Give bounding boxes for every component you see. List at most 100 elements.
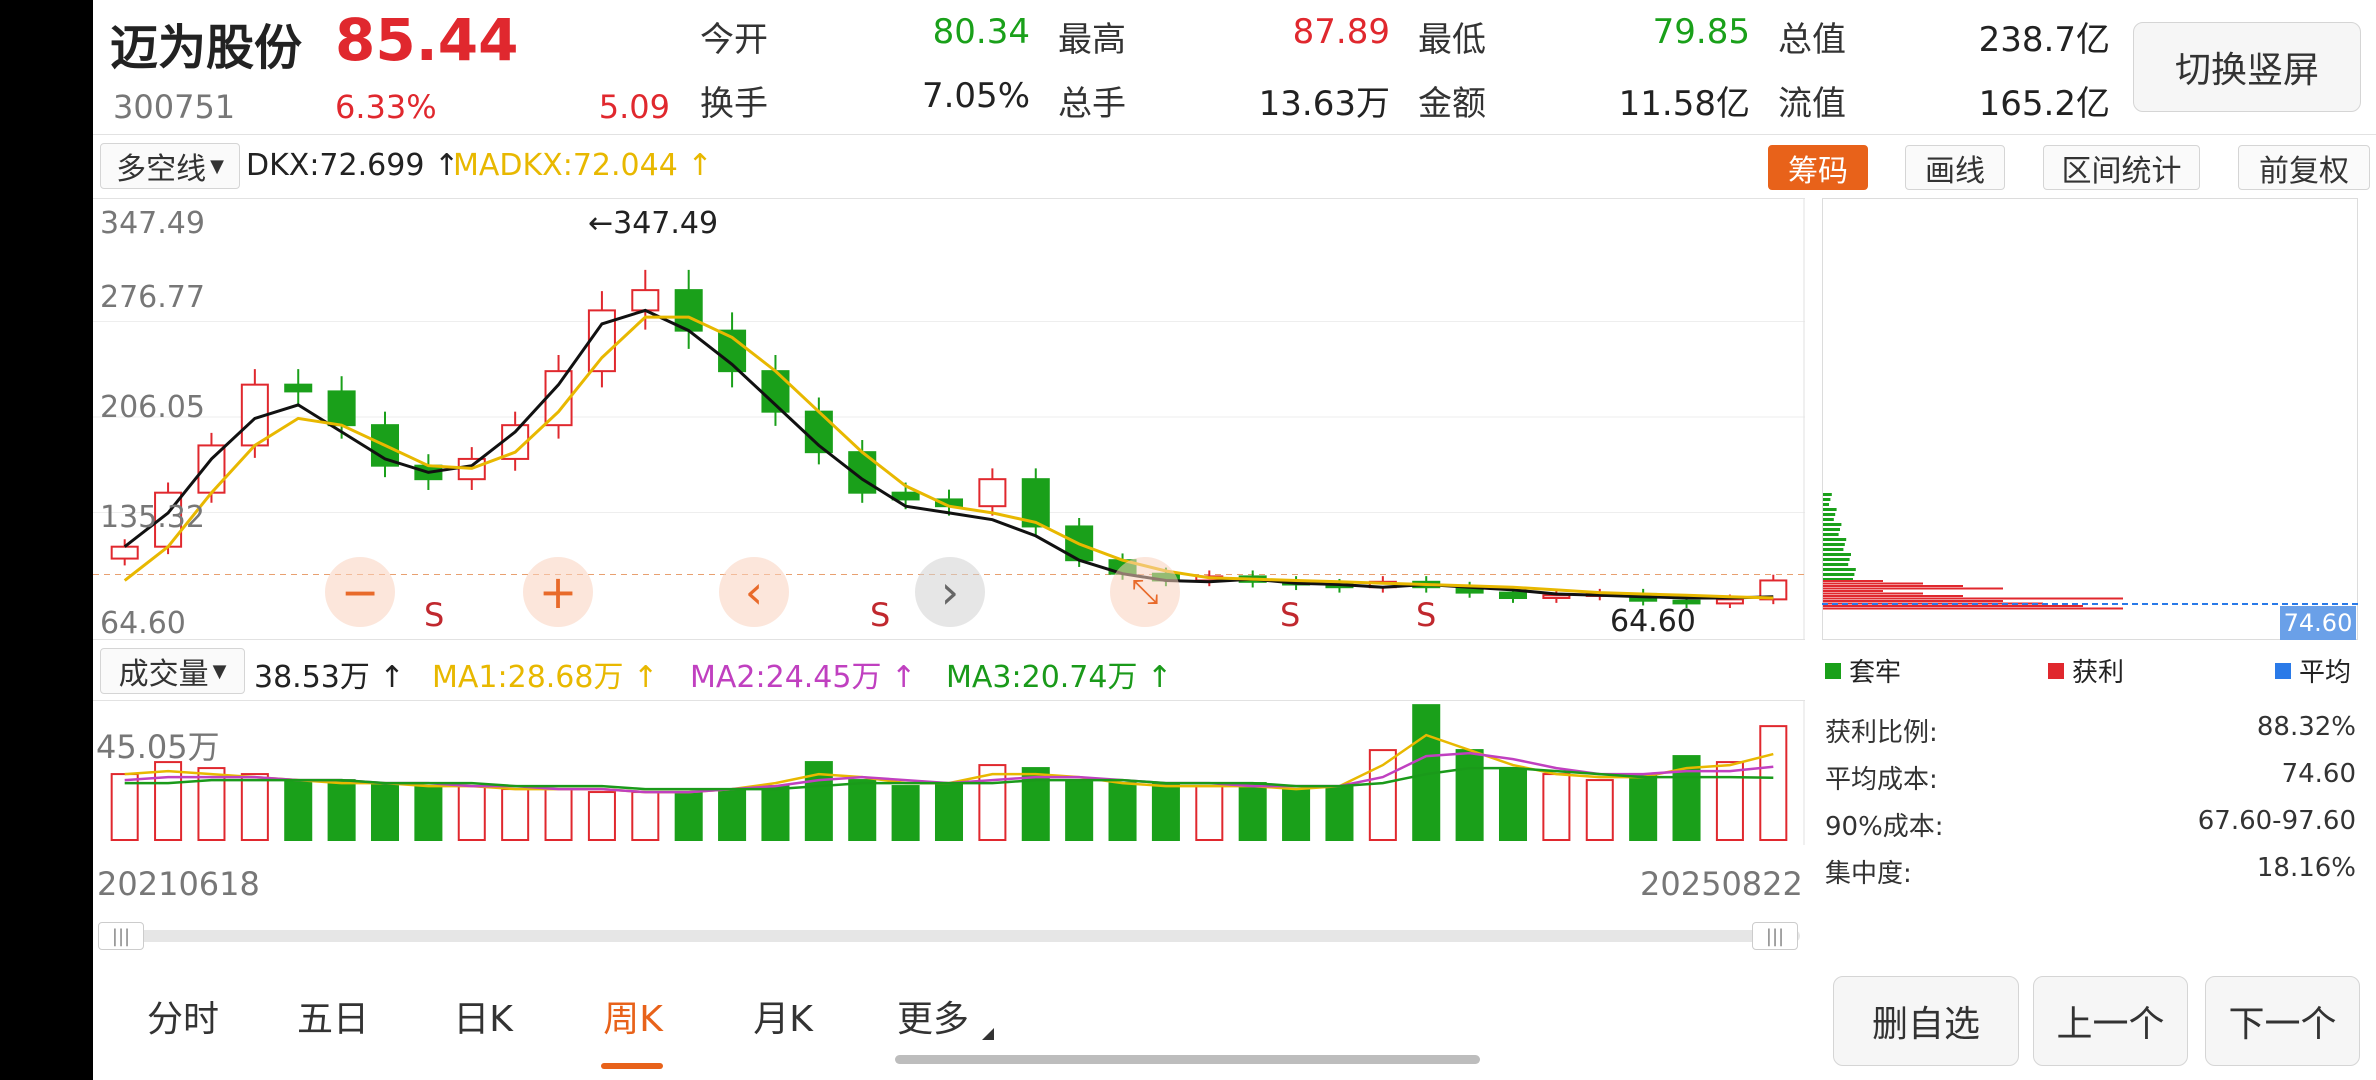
scroll-left-button[interactable]: ‹ — [719, 557, 789, 627]
scroll-right-button[interactable]: › — [915, 557, 985, 627]
volume-bar — [1455, 749, 1484, 841]
volume-readout: 38.53万 ↑ — [254, 652, 405, 696]
trapped-chip-bar — [1823, 513, 1836, 516]
range-stats-button[interactable]: 区间统计 — [2043, 145, 2200, 190]
more-corner-icon — [982, 1028, 994, 1040]
range-start-handle[interactable]: ||| — [98, 922, 144, 950]
sell-signal-1: S — [424, 596, 445, 634]
change-amount: 5.09 — [598, 88, 670, 126]
chip-distribution-chart — [1822, 198, 2358, 640]
price-label-2: 276.77 — [100, 280, 205, 315]
trapped-chip-bar — [1823, 533, 1839, 536]
range-track[interactable] — [100, 930, 1800, 942]
draw-line-button[interactable]: 画线 — [1905, 145, 2005, 190]
volume-bar — [761, 785, 790, 842]
tab-2[interactable]: 日K — [433, 990, 533, 1042]
switch-portrait-button[interactable]: 切换竖屏 — [2133, 22, 2361, 112]
range-end-handle[interactable]: ||| — [1752, 922, 1798, 950]
quote-label: 今开 — [700, 20, 768, 60]
dkx-value: DKX:72.699 — [246, 148, 425, 183]
profit-chip-bar — [1823, 582, 1923, 585]
volume-bar — [1542, 773, 1571, 841]
expand-icon: ⤡ — [1131, 572, 1159, 612]
change-percent: 6.33% — [335, 88, 437, 126]
remove-watchlist-button[interactable]: 删自选 — [1833, 976, 2019, 1066]
tab-0[interactable]: 分时 — [133, 990, 233, 1042]
volume-bar — [544, 788, 573, 841]
volume-bar — [457, 785, 486, 842]
trapped-chip-bar — [1823, 568, 1856, 571]
header-divider — [93, 134, 2376, 135]
chips-button[interactable]: 筹码 — [1768, 145, 1868, 190]
chip-stat-value: 88.32% — [2256, 712, 2356, 742]
madkx-value: MADKX:72.044 — [453, 148, 678, 183]
volume-bar — [934, 782, 964, 841]
tab-4[interactable]: 月K — [733, 990, 833, 1042]
quote-label: 换手 — [700, 84, 768, 124]
previous-stock-button[interactable]: 上一个 — [2033, 976, 2188, 1066]
quote-value: 87.89 — [1292, 12, 1390, 52]
current-price-tag: 74.60 — [2280, 606, 2356, 640]
indicator-selector-label: 多空线 — [116, 152, 207, 187]
chip-stat-value: 67.60-97.60 — [2197, 806, 2356, 836]
profit-chip-bar — [1823, 600, 2003, 602]
volume-chart[interactable] — [93, 700, 1805, 845]
chip-frame — [1822, 198, 2358, 640]
trapped-chip-bar — [1823, 543, 1845, 546]
quote-label: 最低 — [1418, 20, 1486, 60]
up-arrow-icon: ↑ — [1137, 660, 1173, 695]
quote-label: 最高 — [1058, 20, 1126, 60]
volume-bar — [1585, 779, 1614, 841]
indicator-selector[interactable]: 多空线 ▼ — [100, 143, 240, 189]
quote-label: 总手 — [1058, 84, 1126, 124]
average-swatch — [2275, 662, 2291, 679]
trapped-chip-bar — [1823, 518, 1834, 521]
ma3-readout: MA3:20.74万 ↑ — [946, 652, 1172, 696]
tab-5[interactable]: 更多 — [883, 990, 983, 1042]
profit-chip-bar — [1823, 595, 1963, 597]
volume-bar — [1195, 785, 1224, 842]
volume-bar — [631, 791, 660, 841]
next-stock-button[interactable]: 下一个 — [2205, 976, 2360, 1066]
legend-trapped-label: 套牢 — [1849, 658, 1902, 688]
adjust-button[interactable]: 前复权 — [2238, 145, 2370, 190]
profit-chip-bar — [1823, 587, 2003, 590]
volume-value: 38.53万 — [254, 660, 370, 695]
ma2-value: MA2:24.45万 — [690, 660, 882, 695]
zoom-out-button[interactable]: − — [325, 557, 395, 627]
trapped-chip-bar — [1823, 563, 1849, 566]
quote-label: 总值 — [1778, 20, 1846, 60]
trapped-chip-bar — [1823, 498, 1831, 501]
trapped-chip-bar — [1823, 558, 1850, 561]
grip-icon: ||| — [1765, 925, 1785, 947]
left-edge-bar — [0, 0, 93, 1080]
volume-bar — [1282, 788, 1311, 841]
volume-bar — [1715, 761, 1744, 841]
volume-bar — [154, 761, 183, 841]
quote-value: 165.2亿 — [1978, 84, 2110, 124]
chip-stat-label: 平均成本: — [1825, 765, 1938, 795]
quote-label: 金额 — [1418, 84, 1486, 124]
dropdown-arrow-icon: ▼ — [210, 155, 224, 177]
madkx-readout: MADKX:72.044 ↑ — [453, 148, 713, 183]
horizontal-scroll-indicator[interactable] — [895, 1055, 1480, 1064]
profit-chip-bar — [1823, 605, 2083, 607]
volume-bar — [501, 788, 530, 841]
zoom-in-button[interactable]: + — [523, 557, 593, 627]
quote-value: 11.58亿 — [1618, 84, 1750, 124]
stock-name: 迈为股份 — [110, 20, 303, 76]
volume-bar — [718, 788, 747, 841]
up-arrow-icon: ↑ — [369, 660, 405, 695]
fullscreen-button[interactable]: ⤡ — [1110, 557, 1180, 627]
volume-bar — [1759, 725, 1788, 841]
trapped-chip-bar — [1823, 553, 1851, 556]
volume-selector[interactable]: 成交量 ▼ — [100, 648, 245, 694]
tab-3[interactable]: 周K — [583, 990, 683, 1042]
volume-selector-label: 成交量 — [118, 657, 209, 692]
volume-bar — [370, 782, 400, 841]
volume-bar — [1238, 782, 1267, 841]
tab-1[interactable]: 五日 — [283, 990, 383, 1042]
profit-chip-bar — [1823, 597, 2123, 600]
volume-bar — [284, 779, 313, 841]
volume-bar — [891, 785, 920, 842]
